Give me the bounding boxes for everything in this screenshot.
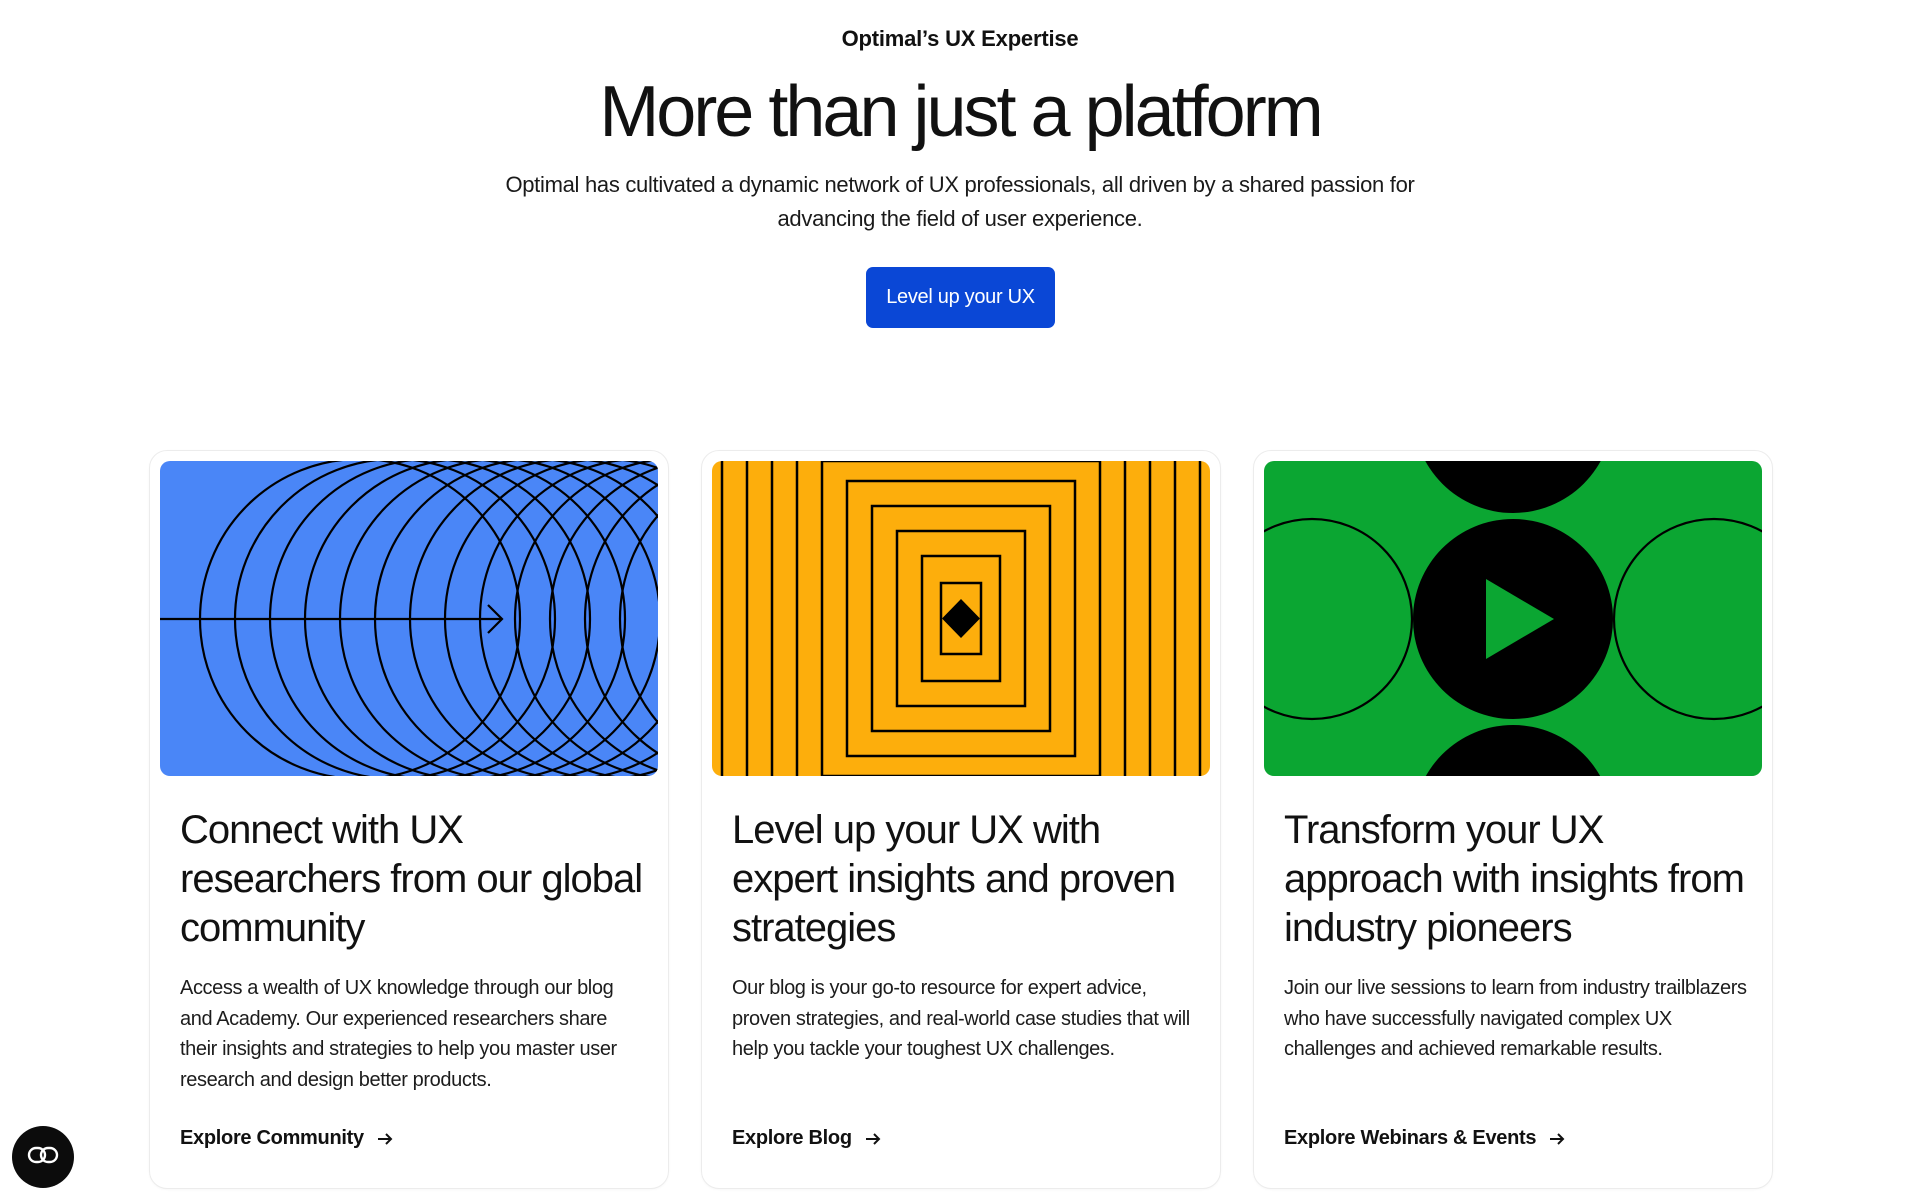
- explore-webinars-link[interactable]: Explore Webinars & Events: [1284, 1127, 1566, 1150]
- section-eyebrow: Optimal’s UX Expertise: [841, 26, 1079, 51]
- link-label: Explore Community: [180, 1127, 364, 1149]
- link-label: Explore Blog: [732, 1127, 852, 1149]
- explore-blog-link[interactable]: Explore Blog: [732, 1127, 882, 1150]
- arrow-right-icon: [376, 1130, 394, 1148]
- arrow-right-icon: [864, 1130, 882, 1148]
- card-title: Transform your UX approach with insights…: [1284, 808, 1745, 950]
- card-body: Our blog is your go-to resource for expe…: [732, 977, 1190, 1060]
- card-webinars: Transform your UX approach with insights…: [1253, 450, 1773, 1189]
- accessibility-widget-button[interactable]: [12, 1126, 74, 1188]
- card-body: Join our live sessions to learn from ind…: [1284, 977, 1747, 1060]
- card-community: Connect with UX researchers from our glo…: [149, 450, 669, 1189]
- accessibility-toggle-icon: [27, 1145, 59, 1170]
- level-up-button[interactable]: Level up your UX: [866, 267, 1055, 328]
- explore-community-link[interactable]: Explore Community: [180, 1127, 394, 1150]
- arrow-right-icon: [1548, 1130, 1566, 1148]
- hero-subtitle: Optimal has cultivated a dynamic network…: [505, 172, 1415, 231]
- page-title: More than just a platform: [599, 72, 1323, 152]
- card-blog: Level up your UX with expert insights an…: [701, 450, 1221, 1189]
- card-webinars-art: [1264, 461, 1762, 776]
- card-community-art: [160, 461, 658, 776]
- play-circle-icon: [1264, 461, 1762, 776]
- concentric-circles-arrow-icon: [160, 461, 658, 776]
- card-body: Access a wealth of UX knowledge through …: [180, 977, 617, 1091]
- link-label: Explore Webinars & Events: [1284, 1127, 1537, 1149]
- card-blog-art: [712, 461, 1210, 776]
- nested-squares-diamond-icon: [712, 461, 1210, 776]
- card-title: Level up your UX with expert insights an…: [732, 808, 1176, 950]
- card-title: Connect with UX researchers from our glo…: [180, 808, 643, 950]
